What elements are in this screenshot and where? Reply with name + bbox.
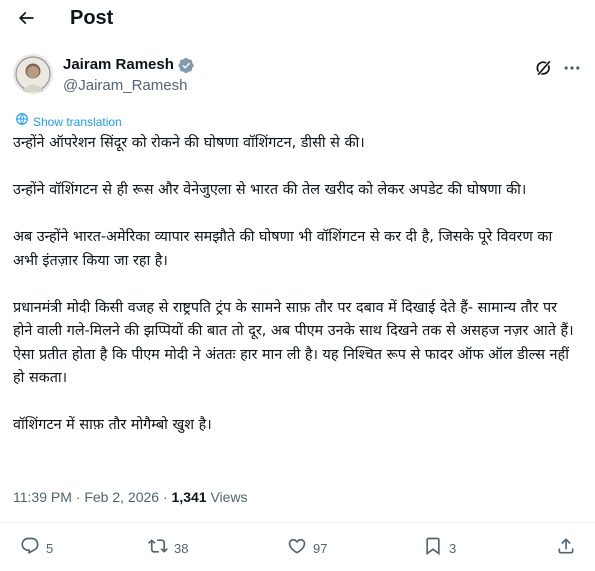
post-date[interactable]: Feb 2, 2026 [84,489,159,505]
share-icon [556,536,576,561]
post-time[interactable]: 11:39 PM [13,489,72,505]
bookmark-icon [423,536,443,561]
share-button[interactable] [556,536,576,561]
post-paragraph: प्रधानमंत्री मोदी किसी वजह से राष्ट्रपति… [13,299,574,387]
like-count: 97 [313,540,328,556]
reply-count: 5 [46,540,54,556]
post-meta: 11:39 PM · Feb 2, 2026 · 1,341 Views [13,488,248,506]
more-options-icon[interactable] [562,58,582,78]
meta-separator: · [75,489,81,505]
bookmark-count: 3 [449,540,457,556]
reply-icon [20,536,40,561]
post-text: उन्होंने ऑपरेशन सिंदूर को रोकने की घोषणा… [13,132,579,438]
show-translation-link[interactable]: Show translation [15,112,122,131]
avatar[interactable] [13,54,53,94]
views-count: 1,341 [171,489,207,505]
repost-count: 38 [174,540,189,556]
author-display-name[interactable]: Jairam Ramesh [63,56,174,74]
post-paragraph: वॉशिंगटन में साफ़ तौर मोगैम्बो खुश है। [13,417,212,433]
divider [0,522,595,523]
page-title: Post [70,7,114,29]
back-arrow-icon[interactable] [12,4,40,32]
verified-badge-icon [178,57,195,74]
grok-icon[interactable] [534,58,554,78]
meta-separator: · [162,489,168,505]
repost-icon [148,536,168,561]
action-bar: 5 38 97 3 [0,536,595,564]
translate-icon [15,112,29,131]
views-label: Views [210,489,248,505]
post-paragraph: उन्होंने ऑपरेशन सिंदूर को रोकने की घोषणा… [13,135,365,151]
like-button[interactable]: 97 [287,536,327,561]
post-paragraph: अब उन्होंने भारत-अमेरिका व्यापार समझौते … [13,229,553,269]
author-handle[interactable]: @Jairam_Ramesh [63,77,187,95]
heart-icon [287,536,307,561]
post-paragraph: उन्होंने वॉशिंगटन से ही रूस और वेनेजुएला… [13,182,527,198]
show-translation-label: Show translation [33,114,122,129]
repost-button[interactable]: 38 [148,536,188,561]
reply-button[interactable]: 5 [20,536,53,561]
author-name-row: Jairam Ramesh [63,56,195,74]
bookmark-button[interactable]: 3 [423,536,456,561]
top-bar: Post [0,0,595,36]
